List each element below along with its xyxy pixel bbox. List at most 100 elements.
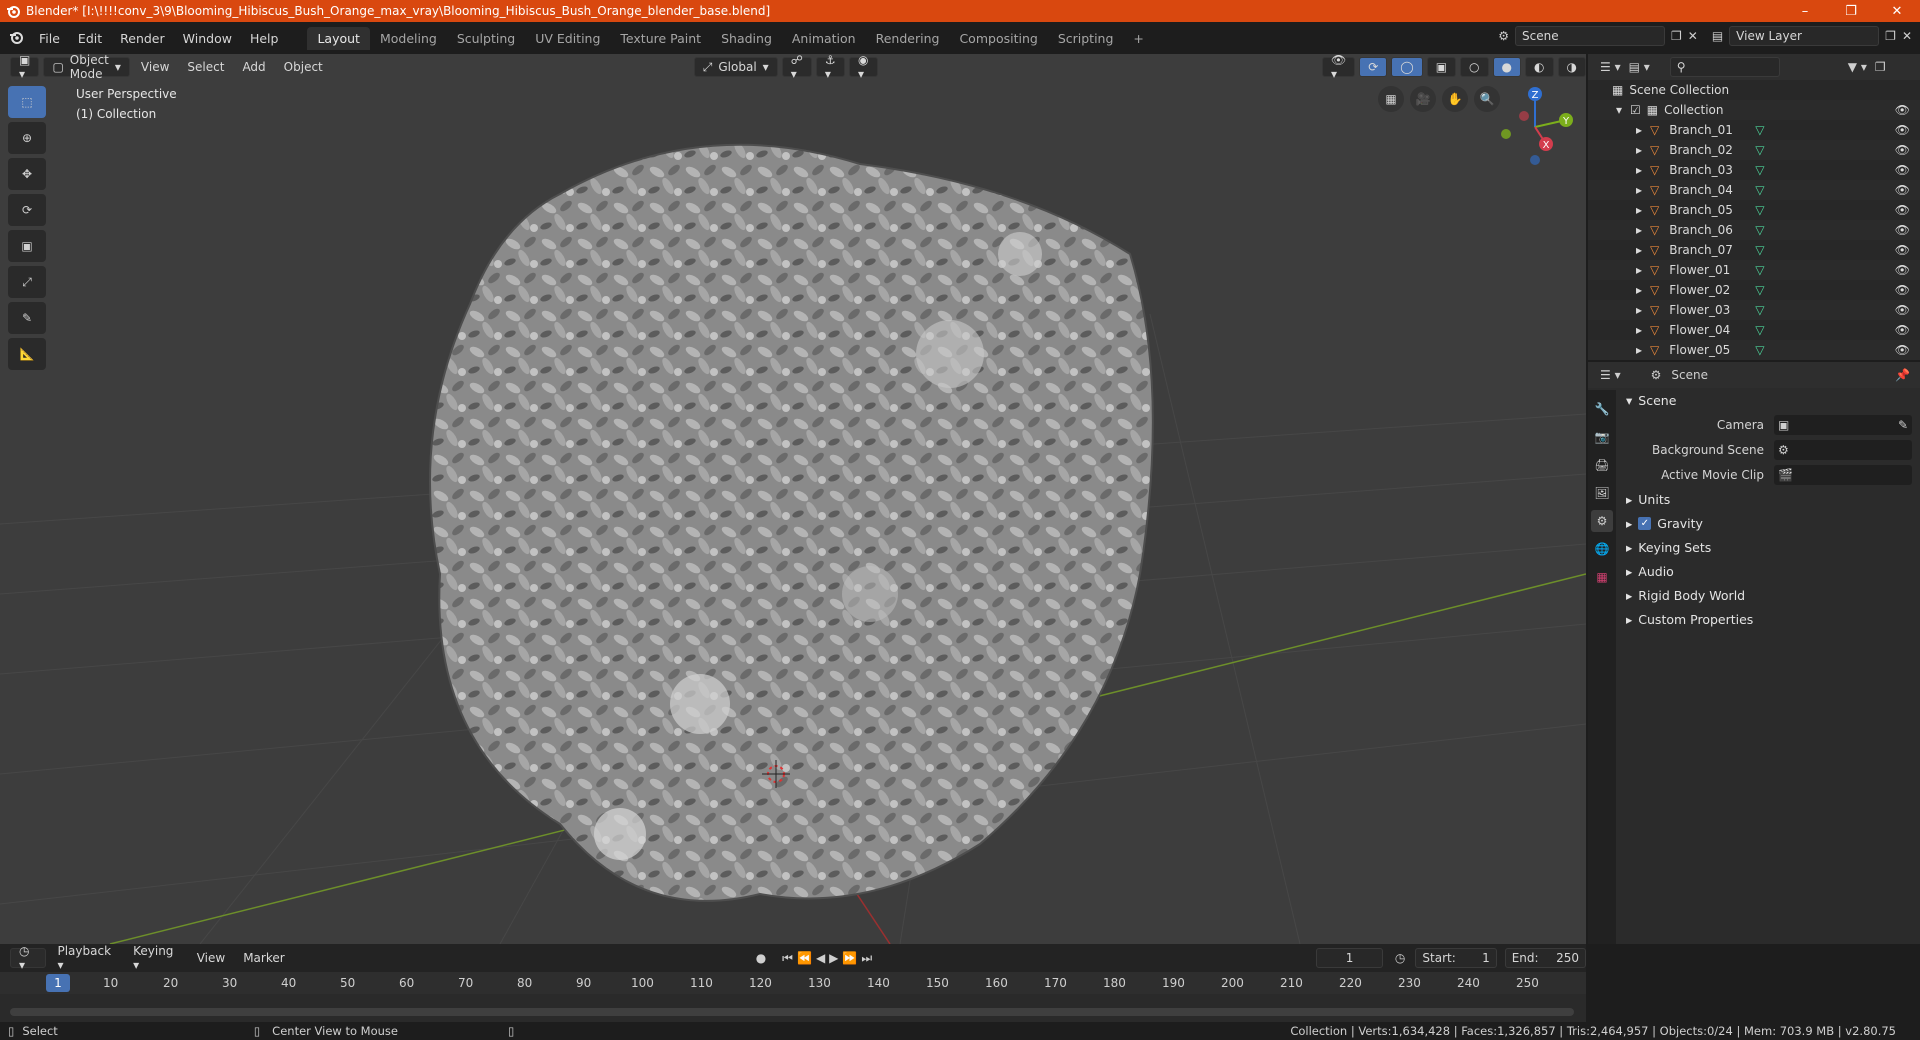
prev-keyframe-button[interactable]: ⏪ bbox=[797, 951, 812, 965]
display-mode-icon[interactable]: ▤ ▾ bbox=[1629, 60, 1650, 74]
keying-sets-panel-header[interactable]: ▸ Keying Sets bbox=[1618, 535, 1920, 559]
pin-icon[interactable]: 📌 bbox=[1895, 368, 1910, 382]
scene-selector-icon[interactable]: ⚙ bbox=[1498, 29, 1509, 43]
delete-scene-icon[interactable]: ✕ bbox=[1688, 29, 1698, 43]
next-keyframe-button[interactable]: ⏩ bbox=[842, 951, 857, 965]
blender-menu-icon[interactable] bbox=[8, 29, 24, 48]
custom-properties-panel-header[interactable]: ▸ Custom Properties bbox=[1618, 607, 1920, 631]
pivot-point-button[interactable]: ☍ ▾ bbox=[781, 54, 812, 81]
menu-file[interactable]: File bbox=[30, 31, 69, 46]
tab-shading[interactable]: Shading bbox=[711, 27, 782, 50]
outliner-item[interactable]: ▸ ▽ Branch_06 ▽ 👁 bbox=[1588, 220, 1920, 240]
tab-layout[interactable]: Layout bbox=[307, 26, 370, 50]
gravity-panel-header[interactable]: ▸ ✓ Gravity bbox=[1618, 511, 1920, 535]
frame-ruler[interactable]: 1 10 20 30 40 50 60 70 80 90 100 110 120… bbox=[0, 972, 1586, 994]
visibility-button[interactable]: 👁 ▾ bbox=[1321, 54, 1356, 81]
eye-icon[interactable]: 👁 bbox=[1895, 163, 1910, 177]
tab-modeling[interactable]: Modeling bbox=[370, 27, 447, 50]
expand-arrow-icon[interactable]: ▸ bbox=[1636, 303, 1642, 317]
menu-view[interactable]: View bbox=[134, 60, 176, 74]
expand-arrow-icon[interactable]: ▸ bbox=[1636, 223, 1642, 237]
outliner-editor-type-icon[interactable]: ☰ ▾ bbox=[1600, 60, 1621, 74]
menu-window[interactable]: Window bbox=[174, 31, 241, 46]
wireframe-shading-button[interactable]: ○ bbox=[1460, 57, 1489, 77]
jump-end-button[interactable]: ⏭ bbox=[861, 951, 872, 966]
menu-keying[interactable]: Keying ▾ bbox=[126, 944, 186, 972]
outliner-item[interactable]: ▸ ▽ Branch_01 ▽ 👁 bbox=[1588, 120, 1920, 140]
measure-tool[interactable]: 📐 bbox=[8, 338, 46, 370]
transform-tool[interactable]: ⤢ bbox=[8, 266, 46, 298]
end-frame-field[interactable]: End: 250 bbox=[1504, 948, 1586, 968]
eye-icon[interactable]: 👁 bbox=[1895, 343, 1910, 357]
units-panel-header[interactable]: ▸ Units bbox=[1618, 487, 1920, 511]
eye-icon[interactable]: 👁 bbox=[1895, 283, 1910, 297]
object-mode-dropdown[interactable]: ▢ Object Mode ▾ bbox=[43, 54, 130, 81]
menu-help[interactable]: Help bbox=[241, 31, 288, 46]
delete-view-layer-icon[interactable]: ✕ bbox=[1902, 29, 1912, 43]
expand-arrow-icon[interactable]: ▸ bbox=[1636, 263, 1642, 277]
eyedropper-icon[interactable]: ✎ bbox=[1898, 418, 1908, 432]
audio-panel-header[interactable]: ▸ Audio bbox=[1618, 559, 1920, 583]
new-collection-icon[interactable]: ❐ bbox=[1875, 60, 1886, 74]
outliner-scene-collection[interactable]: ▦ Scene Collection bbox=[1588, 80, 1920, 100]
camera-field[interactable]: ▣ ✎ bbox=[1774, 414, 1912, 435]
expand-arrow-icon[interactable]: ▸ bbox=[1636, 163, 1642, 177]
menu-marker[interactable]: Marker bbox=[236, 951, 291, 965]
texture-tab-icon[interactable]: ▦ bbox=[1591, 566, 1613, 588]
rigid-body-world-panel-header[interactable]: ▸ Rigid Body World bbox=[1618, 583, 1920, 607]
start-frame-field[interactable]: Start: 1 bbox=[1415, 948, 1497, 968]
outliner-collection[interactable]: ▾ ☑ ▦ Collection 👁 bbox=[1588, 100, 1920, 120]
eye-icon[interactable]: 👁 bbox=[1895, 303, 1910, 317]
active-movie-clip-field[interactable]: 🎬 bbox=[1774, 464, 1912, 485]
menu-select[interactable]: Select bbox=[180, 60, 231, 74]
tab-uv-editing[interactable]: UV Editing bbox=[525, 27, 610, 50]
move-tool[interactable]: ✥ bbox=[8, 158, 46, 190]
tab-scripting[interactable]: Scripting bbox=[1048, 27, 1124, 50]
rendered-shading-button[interactable]: ◑ bbox=[1557, 57, 1586, 77]
outliner-search-input[interactable]: ⚲ bbox=[1669, 57, 1780, 77]
overlay-toggle-button[interactable]: ◯ bbox=[1391, 57, 1423, 77]
outliner-item[interactable]: ▸ ▽ Flower_05 ▽ 👁 bbox=[1588, 340, 1920, 360]
outliner-item[interactable]: ▸ ▽ Branch_03 ▽ 👁 bbox=[1588, 160, 1920, 180]
tab-compositing[interactable]: Compositing bbox=[949, 27, 1047, 50]
outliner-item[interactable]: ▸ ▽ Flower_01 ▽ 👁 bbox=[1588, 260, 1920, 280]
expand-arrow-icon[interactable]: ▸ bbox=[1636, 243, 1642, 257]
view-layer-icon[interactable]: ▤ bbox=[1712, 29, 1723, 43]
proportional-edit-button[interactable]: ◉ ▾ bbox=[848, 54, 878, 81]
record-button[interactable]: ● bbox=[756, 951, 766, 965]
tab-rendering[interactable]: Rendering bbox=[866, 27, 950, 50]
eye-icon[interactable]: 👁 bbox=[1895, 203, 1910, 217]
outliner-item[interactable]: ▸ ▽ Branch_02 ▽ 👁 bbox=[1588, 140, 1920, 160]
new-view-layer-icon[interactable]: ❐ bbox=[1885, 29, 1896, 43]
editor-type-button[interactable]: ▣ ▾ bbox=[10, 54, 40, 81]
expand-arrow-icon[interactable]: ▸ bbox=[1636, 323, 1642, 337]
minimize-button[interactable]: – bbox=[1782, 0, 1828, 22]
expand-arrow-icon[interactable]: ▸ bbox=[1636, 123, 1642, 137]
material-shading-button[interactable]: ◐ bbox=[1525, 57, 1554, 77]
scene-tab-icon[interactable]: ⚙ bbox=[1591, 510, 1613, 532]
output-tab-icon[interactable]: 🖨 bbox=[1591, 454, 1613, 476]
expand-arrow-icon[interactable]: ▾ bbox=[1616, 103, 1622, 117]
menu-add[interactable]: Add bbox=[235, 60, 272, 74]
rotate-tool[interactable]: ⟳ bbox=[8, 194, 46, 226]
snap-button[interactable]: ⚓ ▾ bbox=[815, 54, 845, 81]
cursor-tool[interactable]: ⊕ bbox=[8, 122, 46, 154]
solid-shading-button[interactable]: ● bbox=[1492, 57, 1522, 77]
menu-render[interactable]: Render bbox=[111, 31, 174, 46]
expand-arrow-icon[interactable]: ▸ bbox=[1636, 203, 1642, 217]
current-frame-indicator[interactable]: 1 bbox=[46, 974, 70, 992]
tab-texture-paint[interactable]: Texture Paint bbox=[610, 27, 711, 50]
transform-orientation-dropdown[interactable]: ⤢ Global ▾ bbox=[693, 57, 778, 77]
view-layer-tab-icon[interactable]: 🖼 bbox=[1591, 482, 1613, 504]
timeline-editor-type-button[interactable]: ◷ ▾ bbox=[10, 944, 47, 972]
pan-hand-icon[interactable]: ✋ bbox=[1442, 86, 1468, 112]
annotate-tool[interactable]: ✎ bbox=[8, 302, 46, 334]
expand-arrow-icon[interactable]: ▸ bbox=[1636, 283, 1642, 297]
camera-view-icon[interactable]: 🎥 bbox=[1410, 86, 1436, 112]
close-window-button[interactable]: ✕ bbox=[1874, 0, 1920, 22]
expand-arrow-icon[interactable]: ▸ bbox=[1636, 343, 1642, 357]
play-reverse-button[interactable]: ◀ bbox=[816, 951, 825, 965]
timeline-scrollbar[interactable] bbox=[10, 1008, 1574, 1016]
jump-start-button[interactable]: ⏮ bbox=[782, 951, 793, 966]
new-scene-icon[interactable]: ❐ bbox=[1671, 29, 1682, 43]
